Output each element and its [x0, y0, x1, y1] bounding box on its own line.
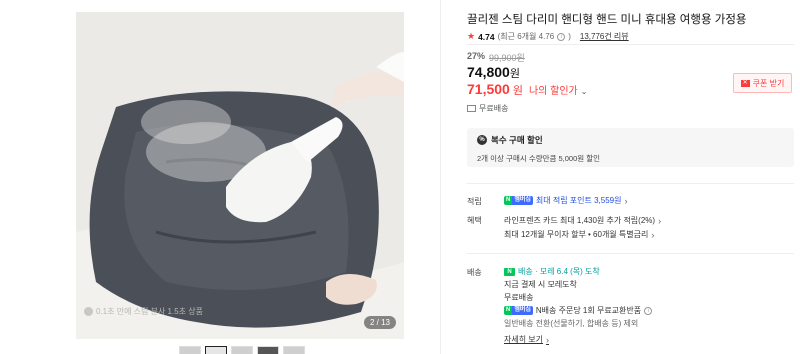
original-price: 99,900원 — [489, 53, 525, 63]
my-price-label: 나의 할인가 — [528, 86, 578, 97]
coupon-button[interactable]: ✕ 쿠폰 받기 — [733, 73, 792, 93]
thumbnail-4[interactable] — [257, 346, 279, 354]
multi-buy-title-text: 복수 구매 할인 — [491, 135, 543, 145]
benefit-line-1: 라인프렌즈 카드 최대 1,430원 추가 적립(2%) — [504, 216, 656, 225]
thumbnail-2[interactable] — [205, 346, 227, 354]
points-text: 최대 적립 포인트 3,559원 — [535, 196, 622, 205]
thumbnail-strip — [179, 346, 305, 354]
chevron-right-icon: › — [651, 229, 655, 240]
info-icon[interactable]: i — [557, 32, 566, 41]
chevron-right-icon: › — [624, 195, 628, 206]
shipping-label: 무료배송 — [479, 104, 509, 113]
discount-percent: 27% — [467, 51, 486, 61]
thumbnail-1[interactable] — [179, 346, 201, 354]
rating-score: 4.74 — [478, 31, 495, 42]
rating-recent: (최근 6개월 4.76 — [497, 32, 555, 41]
my-discount-price[interactable]: 71,500 원 나의 할인가 ⌄ — [467, 81, 587, 98]
npay-n: N — [504, 306, 513, 315]
delivery-label: 배송 — [467, 268, 482, 277]
shipping-row: 무료배송 — [467, 103, 508, 114]
percent-icon: % — [477, 135, 487, 145]
sale-price-value: 74,800 — [467, 64, 510, 80]
product-title: 끌리젠 스팀 다리미 핸디형 핸드 미니 휴대용 여행용 가정용 — [467, 14, 747, 26]
coupon-button-label: 쿠폰 받기 — [752, 78, 785, 88]
thumbnail-5[interactable] — [283, 346, 305, 354]
npay-m: 멤버십 — [512, 196, 533, 205]
steam-iron-photo — [76, 12, 404, 339]
rating-recent-close: ) — [568, 32, 571, 41]
benefits-label: 혜택 — [467, 216, 482, 225]
delivery-line-2: 무료배송 — [504, 293, 534, 302]
multi-buy-desc: 2개 이상 구매시 수량만큼 5,000원 할인 — [477, 154, 601, 163]
chevron-down-icon: ⌄ — [580, 87, 588, 96]
coupon-icon: ✕ — [740, 79, 750, 87]
more-details-label: 자세히 보기 — [504, 335, 544, 344]
npay-membership-badge: N 멤버십 — [504, 306, 533, 315]
rating-row: ★ 4.74 (최근 6개월 4.76 i ) 13,776건 리뷰 — [467, 31, 629, 42]
my-price-value: 71,500 — [467, 81, 510, 97]
benefit-card-row[interactable]: 라인프렌즈 카드 최대 1,430원 추가 적립(2%) › — [504, 215, 661, 226]
multi-buy-discount-box: % 복수 구매 할인 2개 이상 구매시 수량만큼 5,000원 할인 — [467, 128, 794, 167]
points-row[interactable]: N 멤버십 최대 적립 포인트 3,559원 › — [504, 195, 627, 206]
image-counter: 2 / 13 — [363, 316, 396, 329]
divider — [467, 183, 794, 184]
chevron-right-icon: › — [658, 215, 662, 226]
star-icon: ★ — [467, 31, 476, 41]
sale-price-unit: 원 — [509, 68, 520, 80]
delivery-return-row: N 멤버십 N배송 주문당 1회 무료교환반품 i — [504, 305, 653, 316]
badge-icon — [84, 307, 93, 316]
benefit-line-2: 최대 12개월 무이자 할부 • 60개월 특별금리 — [504, 230, 649, 239]
npay-n: N — [504, 196, 513, 205]
discount-row: 27% 99,900원 — [467, 51, 525, 64]
chevron-right-icon: › — [546, 334, 550, 345]
my-price-unit: 원 — [512, 85, 523, 97]
review-count-link[interactable]: 13,776건 리뷰 — [580, 31, 629, 42]
delivery-line-1: 지금 결제 시 모레도착 — [504, 280, 577, 289]
divider — [467, 253, 794, 254]
truck-icon — [467, 105, 476, 112]
main-product-image[interactable]: 0.1초 만에 스팀 분사 1.5초 상품 2 / 13 — [76, 12, 404, 339]
benefit-installment-row[interactable]: 최대 12개월 무이자 할부 • 60개월 특별금리 › — [504, 229, 654, 240]
photo-caption-text: 0.1초 만에 스팀 분사 1.5초 상품 — [96, 307, 203, 316]
npay-membership-badge: N 멤버십 — [504, 196, 533, 205]
photo-caption: 0.1초 만에 스팀 분사 1.5초 상품 — [84, 306, 203, 317]
info-icon[interactable]: i — [644, 306, 653, 315]
column-divider — [440, 0, 441, 354]
free-return-text: N배송 주문당 1회 무료교환반품 — [535, 306, 642, 315]
npay-m: 멤버십 — [512, 306, 533, 315]
sale-price: 74,800원 — [467, 64, 520, 81]
delivery-arrival: 배송 · 모레 6.4 (목) 도착 — [518, 267, 600, 276]
delivery-more-link[interactable]: 자세히 보기 › — [504, 334, 549, 345]
product-gallery: 0.1초 만에 스팀 분사 1.5초 상품 2 / 13 — [0, 0, 440, 354]
delivery-line-4: 일반배송 전환(선물하기, 합배송 등) 제외 — [504, 319, 639, 328]
multi-buy-title: % 복수 구매 할인 — [477, 134, 784, 146]
divider — [467, 44, 794, 45]
points-label: 적립 — [467, 197, 482, 206]
delivery-arrival-row: N 배송 · 모레 6.4 (목) 도착 — [504, 266, 600, 277]
n-delivery-badge: N — [504, 267, 515, 276]
thumbnail-3[interactable] — [231, 346, 253, 354]
